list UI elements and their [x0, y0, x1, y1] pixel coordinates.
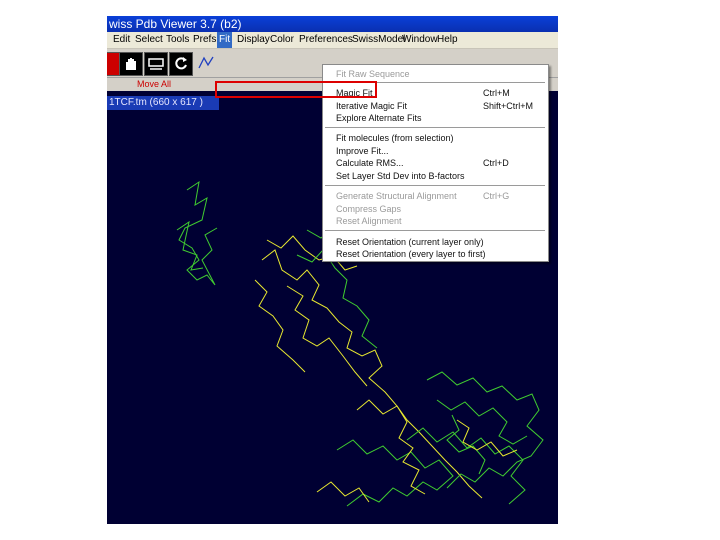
- mutate-tool-button[interactable]: [195, 52, 219, 76]
- window-title: wiss Pdb Viewer 3.7 (b2): [109, 17, 242, 31]
- translate-button[interactable]: [144, 52, 168, 76]
- iterative-magic-fit-shortcut: Shift+Ctrl+M: [483, 101, 534, 111]
- rotate-icon: [175, 57, 187, 70]
- generate-structural-alignment-shortcut: Ctrl+G: [483, 191, 510, 201]
- menu-help[interactable]: Help: [435, 32, 460, 48]
- menu-swissmodel[interactable]: SwissModel: [350, 32, 407, 48]
- menu-preferences[interactable]: Preferences: [297, 32, 355, 48]
- menu-bar: Edit Select Tools Prefs Fit Display Colo…: [107, 32, 558, 49]
- view-title: 1TCF.tm (660 x 617 ): [107, 96, 219, 110]
- move-all-label: Move All: [137, 79, 172, 89]
- fit-raw-sequence-item: Fit Raw Sequence: [336, 69, 410, 79]
- calculate-rms-shortcut: Ctrl+D: [483, 158, 509, 168]
- calculate-rms-item[interactable]: Calculate RMS...: [336, 157, 404, 169]
- highlight-box: [215, 81, 377, 98]
- reset-orientation-every-item[interactable]: Reset Orientation (every layer to first): [336, 248, 486, 260]
- translate-icon: [148, 58, 164, 70]
- fit-molecules-item[interactable]: Fit molecules (from selection): [336, 132, 454, 144]
- menu-fit[interactable]: Fit: [217, 32, 233, 48]
- menu-edit[interactable]: Edit: [111, 32, 132, 48]
- move-hand-button[interactable]: [119, 52, 143, 76]
- menu-prefs[interactable]: Prefs: [191, 32, 218, 48]
- hand-icon: [126, 58, 136, 70]
- set-layer-std-dev-item[interactable]: Set Layer Std Dev into B-factors: [336, 170, 465, 182]
- mutate-icon: [198, 56, 214, 69]
- reset-alignment-item: Reset Alignment: [336, 216, 402, 226]
- explore-alternate-fits-item[interactable]: Explore Alternate Fits: [336, 112, 422, 124]
- compress-gaps-item: Compress Gaps: [336, 204, 402, 214]
- menu-separator: [325, 127, 545, 129]
- menu-color[interactable]: Color: [268, 32, 296, 48]
- menu-window[interactable]: Window: [400, 32, 440, 48]
- menu-separator: [325, 185, 545, 187]
- reset-orientation-current-item[interactable]: Reset Orientation (current layer only): [336, 236, 484, 248]
- generate-structural-alignment-item: Generate Structural Alignment: [336, 191, 457, 201]
- iterative-magic-fit-item[interactable]: Iterative Magic Fit: [336, 100, 407, 112]
- menu-separator: [325, 230, 545, 232]
- menu-tools[interactable]: Tools: [164, 32, 191, 48]
- menu-display[interactable]: Display: [235, 32, 272, 48]
- magic-fit-shortcut: Ctrl+M: [483, 88, 510, 98]
- rotate-button[interactable]: [169, 52, 193, 76]
- improve-fit-item[interactable]: Improve Fit...: [336, 145, 389, 157]
- title-bar: wiss Pdb Viewer 3.7 (b2): [107, 16, 558, 32]
- menu-select[interactable]: Select: [133, 32, 165, 48]
